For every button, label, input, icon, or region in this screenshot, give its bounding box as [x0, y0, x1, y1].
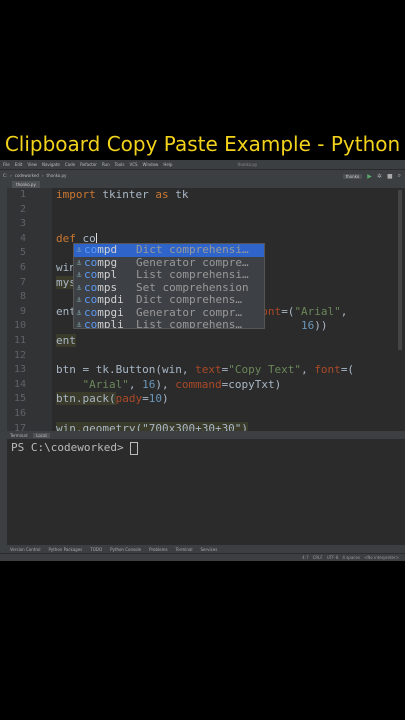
line-number: 9	[19, 305, 26, 317]
menu-item-run[interactable]: Run	[102, 162, 110, 167]
completion-description: Dict comprehensi…	[136, 243, 249, 256]
toolbar-right: thonko ▶ ✲ ■ ⌕	[342, 172, 401, 180]
code-line[interactable]: 16	[0, 407, 405, 421]
line-number: 13	[13, 364, 26, 376]
code-line[interactable]: 2	[0, 203, 405, 217]
live-template-icon: ⚓	[76, 307, 82, 317]
navigation-bar: C: › codeworked › thonko.py thonko ▶ ✲ ■…	[0, 169, 405, 180]
line-number: 1	[19, 189, 26, 200]
completion-item[interactable]: ⚓ compli List comprehens…	[74, 318, 264, 329]
menu-item-help[interactable]: Help	[163, 162, 172, 167]
status-item[interactable]: 4:7	[302, 555, 308, 560]
breadcrumb-drive[interactable]: C:	[3, 173, 7, 178]
video-title: Clipboard Copy Paste Example - Python	[4, 132, 401, 156]
debug-icon[interactable]: ✲	[377, 173, 382, 180]
code-line[interactable]: 3	[0, 217, 405, 231]
terminal-label: Terminal:	[10, 432, 29, 438]
menu-item-vcs[interactable]: VCS	[129, 162, 137, 167]
code-line[interactable]: 15 btn.pack(pady=10)	[0, 392, 405, 406]
line-number: 8	[19, 291, 26, 303]
terminal-cursor	[130, 441, 139, 455]
tool-window-bar: Version Control Python Packages TODO Python…	[0, 545, 405, 553]
tab-file[interactable]: thonko.py	[12, 181, 40, 188]
run-icon[interactable]: ▶	[367, 173, 372, 180]
line-number: 3	[19, 218, 26, 230]
status-item[interactable]: <No interpreter>	[364, 555, 399, 560]
code-text[interactable]: "Arial", 16), command=copyTxt)	[56, 378, 282, 392]
code-text[interactable]: ent	[56, 334, 76, 348]
menu-item-window[interactable]: Window	[143, 162, 159, 167]
menu-item-file[interactable]: File	[3, 162, 10, 167]
live-template-icon: ⚓	[76, 245, 82, 254]
menu-item-code[interactable]: Code	[65, 162, 75, 167]
terminal-panel[interactable]: PS C:\codeworked>	[7, 439, 405, 545]
breadcrumb-separator: ›	[41, 172, 44, 178]
live-template-icon: ⚓	[76, 257, 82, 267]
terminal-prompt[interactable]: PS C:\codeworked>	[11, 441, 139, 455]
line-number: 11	[13, 335, 26, 346]
completion-popup[interactable]: ⚓ compd Dict comprehensi… ⚓ compg Generator c…	[73, 243, 265, 329]
completion-description: Dict comprehens…	[136, 293, 242, 306]
live-template-icon: ⚓	[76, 270, 82, 279]
menu-item-tools[interactable]: Tools	[115, 162, 125, 167]
line-number: 5	[19, 247, 26, 259]
run-config-select[interactable]: thonko	[342, 173, 363, 179]
terminal-header: Terminal: Local	[7, 431, 405, 439]
prompt-text: PS C:\codeworked>	[11, 441, 131, 454]
code-text[interactable]: import tkinter as tk	[56, 188, 188, 202]
status-item[interactable]: 4 spaces	[342, 555, 360, 560]
menu-item-edit[interactable]: Edit	[15, 162, 23, 167]
breadcrumb-project[interactable]: codeworked	[15, 173, 39, 178]
status-item[interactable]: UTF-8	[327, 555, 339, 560]
line-number: 15	[13, 393, 26, 405]
line-number: 4	[19, 232, 26, 244]
search-icon[interactable]: ⌕	[398, 172, 401, 180]
live-template-icon: ⚓	[76, 320, 82, 329]
code-line[interactable]: 12	[0, 349, 405, 363]
tool-window-python-console[interactable]: Python Console	[110, 547, 141, 552]
code-line[interactable]: 13 btn = tk.Button(win, text="Copy Text",…	[0, 363, 405, 377]
live-template-icon: ⚓	[76, 282, 82, 292]
tool-window-python-packages[interactable]: Python Packages	[48, 547, 82, 552]
completion-item[interactable]: ⚓ compd Dict comprehensi…	[74, 244, 264, 257]
code-line[interactable]: 1 import tkinter as tk	[0, 188, 405, 202]
line-number: 14	[13, 378, 26, 390]
editor-tab-bar: thonko.py	[0, 180, 405, 188]
menu-item-navigate[interactable]: Navigate	[42, 162, 60, 167]
code-text[interactable]: btn = tk.Button(win, text="Copy Text", f…	[56, 363, 354, 377]
breadcrumb-separator: ›	[10, 172, 12, 178]
menu-bar: File Edit View Navigate Code Refactor Run Tools…	[0, 160, 405, 169]
completion-item[interactable]: ⚓ compdi Dict comprehens…	[74, 293, 264, 307]
tool-window-version-control[interactable]: Version Control	[10, 547, 40, 552]
tool-window-todo[interactable]: TODO	[90, 547, 102, 552]
breadcrumb-file[interactable]: thonko.py	[47, 173, 67, 178]
status-item[interactable]: CRLF	[313, 555, 323, 560]
code-line[interactable]: 11 ent	[0, 334, 405, 348]
stop-icon[interactable]: ■	[387, 173, 393, 180]
line-number: 2	[19, 203, 26, 215]
status-bar: 4:7 CRLF UTF-8 4 spaces <No interpreter>	[0, 553, 405, 561]
completion-description: List comprehensi…	[136, 268, 249, 281]
line-number: 12	[13, 349, 26, 361]
tool-window-problems[interactable]: Problems	[149, 547, 167, 552]
tool-window-terminal[interactable]: Terminal	[176, 547, 193, 552]
terminal-tab-local[interactable]: Local	[33, 432, 50, 438]
completion-item[interactable]: ⚓ compl List comprehensi…	[74, 268, 264, 282]
code-text[interactable]: btn.pack(pady=10)	[56, 392, 169, 406]
line-number: 7	[19, 276, 26, 288]
tool-window-services[interactable]: Services	[200, 547, 217, 552]
editor-scrollbar[interactable]	[398, 190, 402, 350]
menu-item-refactor[interactable]: Refactor	[80, 162, 97, 167]
live-template-icon: ⚓	[76, 295, 82, 304]
menu-item-view[interactable]: View	[27, 162, 37, 167]
line-number: 16	[13, 408, 26, 419]
completion-description: List comprehens…	[136, 318, 242, 329]
completion-name: compli	[84, 318, 124, 329]
line-number: 10	[13, 320, 26, 332]
line-number: 6	[19, 262, 26, 273]
window-title: thonko.py	[237, 162, 258, 167]
code-line[interactable]: 14 "Arial", 16), command=copyTxt)	[0, 378, 405, 392]
